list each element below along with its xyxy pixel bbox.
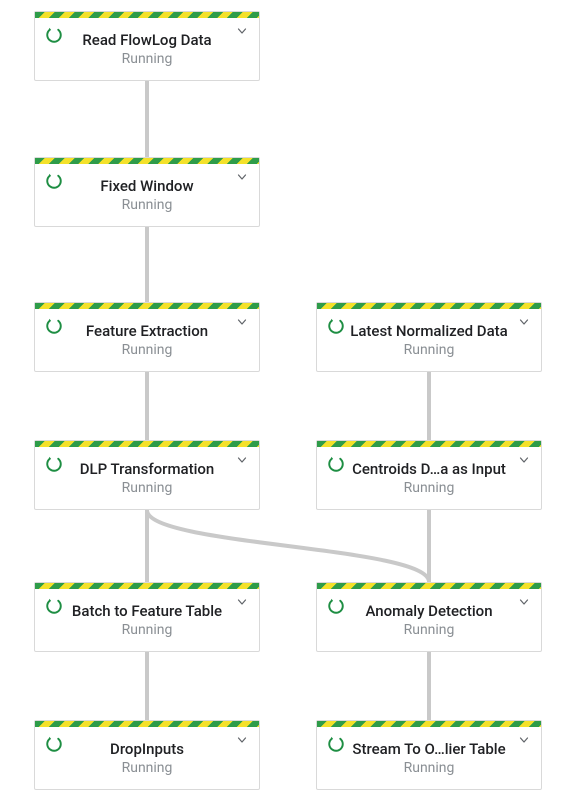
node-title: Centroids D…a as Input xyxy=(352,460,506,478)
node-content: Centroids D…a as Input Running xyxy=(317,447,541,509)
node-status: Running xyxy=(122,760,173,776)
node-title: DLP Transformation xyxy=(80,460,215,478)
node-content: Anomaly Detection Running xyxy=(317,589,541,651)
pipeline-node-read-flowlog[interactable]: Read FlowLog Data Running xyxy=(34,11,260,81)
node-content: DropInputs Running xyxy=(35,727,259,789)
node-title: Latest Normalized Data xyxy=(350,322,508,340)
node-title: DropInputs xyxy=(110,740,184,758)
pipeline-node-dlp-transform[interactable]: DLP Transformation Running xyxy=(34,440,260,510)
pipeline-node-feature-extract[interactable]: Feature Extraction Running xyxy=(34,302,260,372)
connector xyxy=(147,510,429,582)
node-title: Feature Extraction xyxy=(86,322,208,340)
node-status: Running xyxy=(122,480,173,496)
node-status: Running xyxy=(122,51,173,67)
node-content: Latest Normalized Data Running xyxy=(317,309,541,371)
node-status: Running xyxy=(122,622,173,638)
pipeline-node-anomaly[interactable]: Anomaly Detection Running xyxy=(316,582,542,652)
node-content: Stream To O…lier Table Running xyxy=(317,727,541,789)
pipeline-node-latest-norm[interactable]: Latest Normalized Data Running xyxy=(316,302,542,372)
pipeline-node-stream-outlier[interactable]: Stream To O…lier Table Running xyxy=(316,720,542,790)
node-title: Fixed Window xyxy=(100,177,193,195)
node-title: Read FlowLog Data xyxy=(82,31,211,49)
node-status: Running xyxy=(404,760,455,776)
node-content: Fixed Window Running xyxy=(35,164,259,226)
connector-layer xyxy=(0,0,578,800)
node-status: Running xyxy=(404,342,455,358)
node-content: Batch to Feature Table Running xyxy=(35,589,259,651)
node-title: Anomaly Detection xyxy=(365,602,492,620)
node-content: Feature Extraction Running xyxy=(35,309,259,371)
pipeline-node-dropinputs[interactable]: DropInputs Running xyxy=(34,720,260,790)
node-status: Running xyxy=(404,480,455,496)
node-status: Running xyxy=(122,342,173,358)
node-content: DLP Transformation Running xyxy=(35,447,259,509)
pipeline-node-fixed-window[interactable]: Fixed Window Running xyxy=(34,157,260,227)
pipeline-node-centroids[interactable]: Centroids D…a as Input Running xyxy=(316,440,542,510)
pipeline-node-batch-feature[interactable]: Batch to Feature Table Running xyxy=(34,582,260,652)
node-status: Running xyxy=(122,197,173,213)
node-status: Running xyxy=(404,622,455,638)
node-content: Read FlowLog Data Running xyxy=(35,18,259,80)
node-title: Batch to Feature Table xyxy=(72,602,222,620)
node-title: Stream To O…lier Table xyxy=(352,740,505,758)
